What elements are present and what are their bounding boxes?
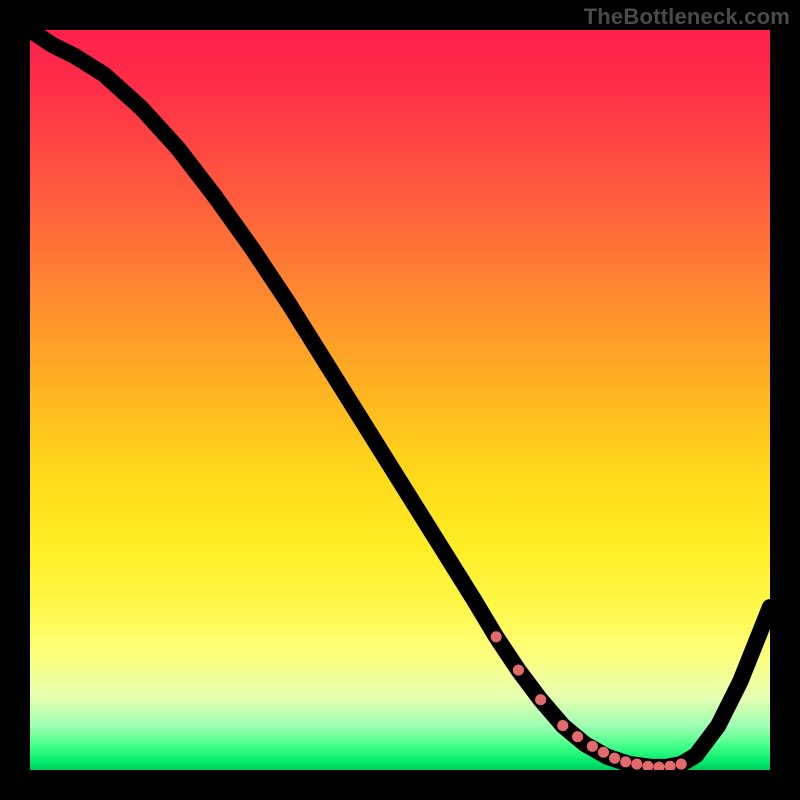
optimal-marker (620, 756, 631, 767)
optimal-marker (491, 631, 502, 642)
bottleneck-curve (30, 30, 770, 767)
chart-svg (30, 30, 770, 770)
optimal-zone-markers (491, 631, 687, 770)
watermark: TheBottleneck.com (584, 4, 790, 30)
optimal-marker (587, 741, 598, 752)
optimal-marker (535, 694, 546, 705)
optimal-marker (572, 731, 583, 742)
optimal-marker (513, 665, 524, 676)
chart-frame: TheBottleneck.com (0, 0, 800, 800)
optimal-marker (631, 759, 642, 770)
optimal-marker (676, 759, 687, 770)
optimal-marker (557, 720, 568, 731)
plot-area (30, 30, 770, 770)
optimal-marker (609, 753, 620, 764)
optimal-marker (598, 747, 609, 758)
